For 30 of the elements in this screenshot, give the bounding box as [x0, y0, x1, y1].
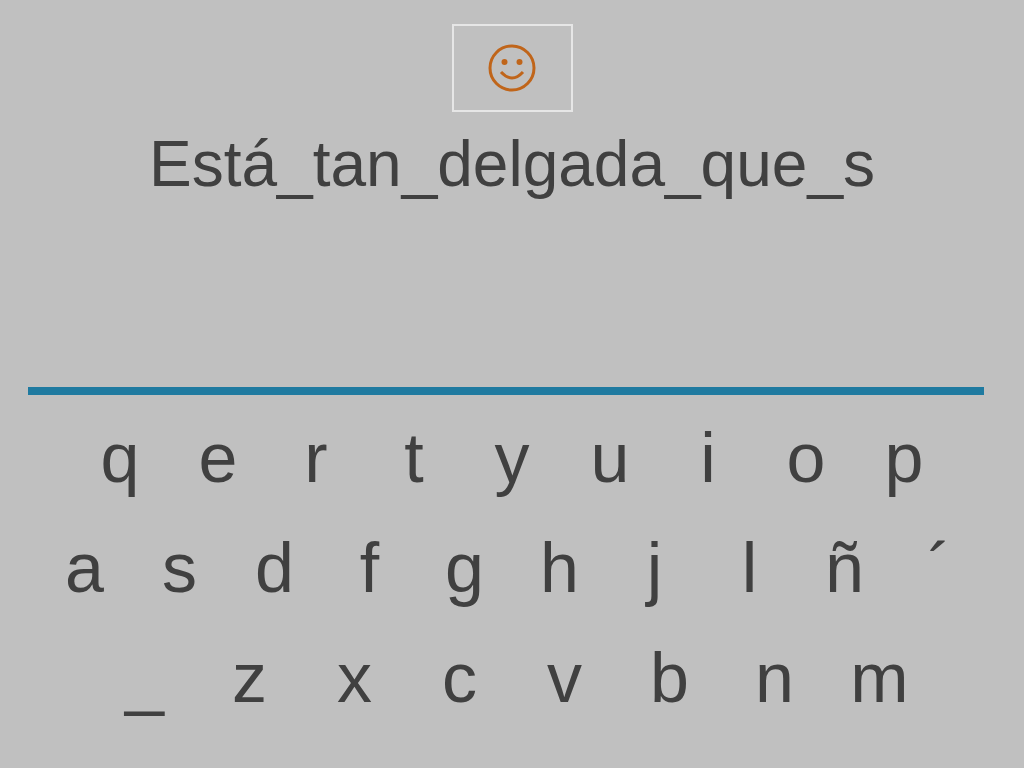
key-button[interactable]: b: [617, 637, 722, 719]
key-button[interactable]: _: [92, 637, 197, 719]
key-button[interactable]: p: [855, 417, 953, 499]
smiley-icon: [487, 43, 537, 93]
key-button[interactable]: n: [722, 637, 827, 719]
key-button[interactable]: ´: [892, 527, 987, 609]
key-button[interactable]: f: [322, 527, 417, 609]
key-button[interactable]: v: [512, 637, 617, 719]
key-button[interactable]: c: [407, 637, 512, 719]
sentence-text: Está_tan_delgada_que_s: [149, 128, 875, 200]
key-button[interactable]: o: [757, 417, 855, 499]
smiley-box[interactable]: [451, 24, 573, 112]
key-button[interactable]: j: [607, 527, 702, 609]
key-button[interactable]: s: [132, 527, 227, 609]
key-button[interactable]: h: [512, 527, 607, 609]
key-button[interactable]: i: [659, 417, 757, 499]
key-button[interactable]: l: [702, 527, 797, 609]
key-button[interactable]: q: [71, 417, 169, 499]
key-button[interactable]: g: [417, 527, 512, 609]
key-button[interactable]: u: [561, 417, 659, 499]
key-button[interactable]: z: [197, 637, 302, 719]
key-button[interactable]: x: [302, 637, 407, 719]
key-button[interactable]: t: [365, 417, 463, 499]
key-button[interactable]: r: [267, 417, 365, 499]
key-button[interactable]: d: [227, 527, 322, 609]
key-button[interactable]: y: [463, 417, 561, 499]
key-button[interactable]: a: [37, 527, 132, 609]
key-button[interactable]: m: [827, 637, 932, 719]
key-button[interactable]: e: [169, 417, 267, 499]
key-button[interactable]: ñ: [797, 527, 892, 609]
